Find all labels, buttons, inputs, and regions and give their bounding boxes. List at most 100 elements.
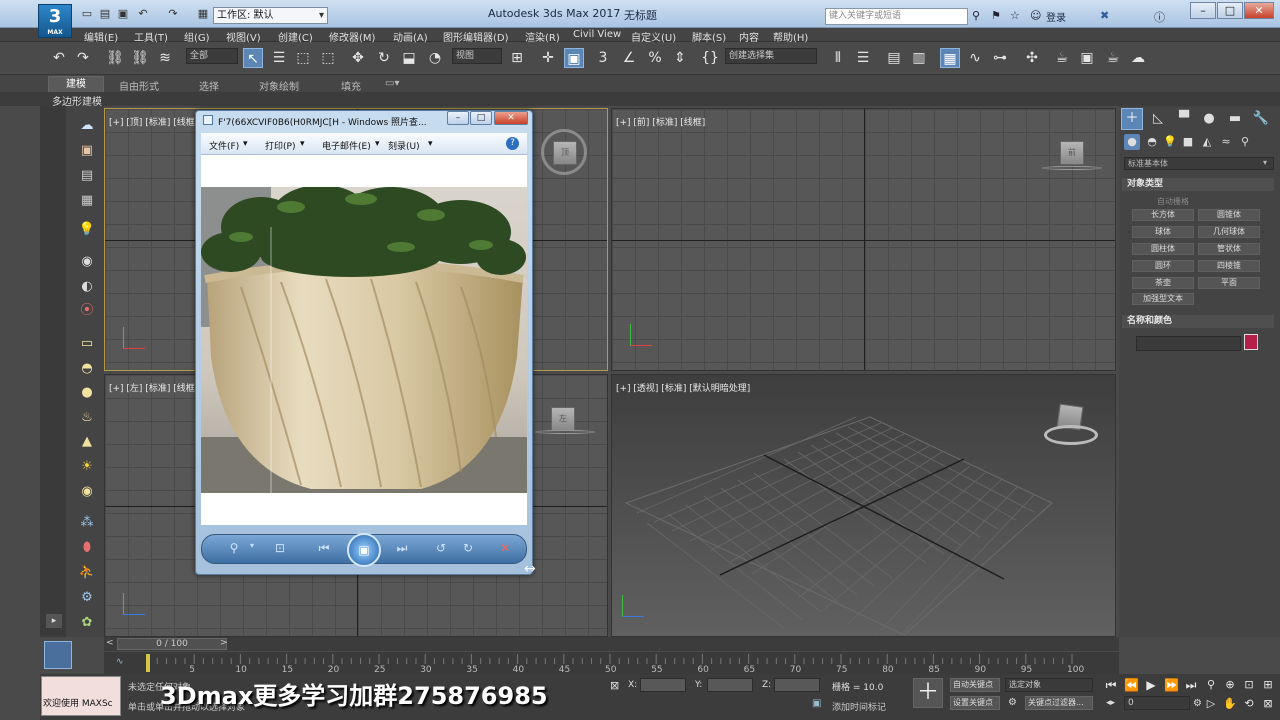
name-color-rollout[interactable]: 名称和颜色 [1122,315,1274,328]
user-icon[interactable]: ☺ [1030,9,1041,22]
viewport-front[interactable]: [+] [前] [标准] [线框] 前 [611,108,1116,371]
zoom-icon[interactable]: ⚲ [226,541,242,555]
panel-icon[interactable]: ▦ [76,190,98,212]
create-tab-icon[interactable]: ＋ [1123,110,1141,128]
rotate-icon[interactable]: ↻ [374,48,394,68]
menu-civil-view[interactable]: Civil View [573,29,621,40]
viewer-menu-email[interactable]: 电子邮件(E) [322,139,371,152]
geometry-type-dropdown[interactable]: 标准基本体 [1124,157,1274,170]
edit-named-selection-icon[interactable]: {} [700,48,720,68]
layer-explorer-icon[interactable]: ▥ [909,48,929,68]
minimize-button[interactable]: – [1190,2,1216,19]
viewport-label[interactable]: [+] [透视] [标准] [默认明暗处理] [616,381,750,394]
viewport-label[interactable]: [+] [左] [标准] [线框] [109,381,198,394]
plant-icon[interactable]: ✿ [76,612,98,634]
zoom-all-icon[interactable]: ⊕ [1223,678,1237,691]
y-coordinate-field[interactable] [707,678,753,692]
viewcube-front[interactable]: 前 [1060,141,1084,165]
next-frame-icon[interactable]: ⏩ [1164,678,1179,692]
menu-views[interactable]: 视图(V) [226,29,261,44]
spinner-snap-icon[interactable]: ⇕ [670,48,690,68]
z-coordinate-field[interactable] [774,678,820,692]
box-button[interactable]: 长方体 [1132,209,1194,221]
viewer-minimize-button[interactable]: – [447,111,469,125]
hierarchy-tab-icon[interactable]: ▀ [1175,110,1193,128]
viewer-maximize-button[interactable]: □ [470,111,492,125]
key-filters-button[interactable]: 关键点过滤器... [1025,696,1093,710]
sound-icon[interactable]: ◐ [76,276,98,298]
slider-left-arrow-icon[interactable]: < [106,638,114,648]
textplus-button[interactable]: 加强型文本 [1132,293,1194,305]
viewport-label[interactable]: [+] [顶] [标准] [线框] [109,115,198,128]
undo-icon[interactable]: ↶ [49,48,69,68]
document-icon[interactable]: ▤ [76,165,98,187]
delete-icon[interactable]: ✕ [497,541,513,555]
viewer-menu-print[interactable]: 打印(P) [265,139,295,152]
expand-arrow-icon[interactable]: ▸ [46,614,62,628]
time-config-icon[interactable]: ⚙ [1193,698,1202,709]
save-file-icon[interactable]: ▣ [116,8,130,20]
field-of-view-icon[interactable]: ▷ [1204,697,1218,710]
search-input[interactable]: 键入关键字或短语 [825,8,968,25]
ribbon-tab-populate[interactable]: 填充 [341,78,361,93]
curve-editor-icon[interactable]: ∿ [965,48,985,68]
menu-graph-editors[interactable]: 图形编辑器(D) [443,29,509,44]
auto-key-button[interactable]: 自动关键点 [950,678,1000,692]
move-icon[interactable]: ✥ [348,48,368,68]
time-slider[interactable]: 0 / 100 [117,638,227,650]
sphere-button[interactable]: 球体 [1132,226,1194,238]
schematic-view-icon[interactable]: ⊶ [990,48,1010,68]
current-frame-field[interactable]: 0 [1124,696,1190,710]
lights-icon[interactable]: 💡 [1162,134,1178,150]
spacewarps-icon[interactable]: ≈ [1218,134,1234,150]
menu-help[interactable]: 帮助(H) [773,29,808,44]
rotate-cw-icon[interactable]: ↻ [460,541,476,555]
autogrid-checkbox[interactable]: 自动栅格 [1157,196,1189,207]
biped-icon[interactable]: ⛹ [76,562,98,584]
object-color-swatch[interactable] [1244,334,1258,350]
ribbon-options-icon[interactable]: ▭▾ [385,78,399,89]
utilities-tab-icon[interactable]: 🔧 [1252,110,1270,128]
viewer-help-icon[interactable]: ? [506,137,519,150]
plane-shape-icon[interactable]: ▭ [76,333,98,355]
menu-scripting[interactable]: 脚本(S) [692,29,726,44]
add-time-tag[interactable]: 添加时间标记 [832,700,886,713]
menu-create[interactable]: 创建(C) [278,29,313,44]
cloud-icon[interactable]: ☁ [76,115,98,137]
helpers-icon[interactable]: ◭ [1199,134,1215,150]
link-icon[interactable]: ⛓ [105,48,125,68]
scene-explorer-icon[interactable]: ▤ [884,48,904,68]
orbit-icon[interactable]: ⟲ [1242,697,1256,710]
binoculars-icon[interactable]: ⚲ [972,9,980,22]
previous-frame-icon[interactable]: ⏪ [1124,678,1139,692]
ribbon-tab-selection[interactable]: 选择 [199,78,219,93]
viewport-layout-icon[interactable] [44,641,72,669]
particles-icon[interactable]: ⁂ [76,512,98,534]
bind-space-warp-icon[interactable]: ≋ [155,48,175,68]
select-manipulate-icon[interactable]: ✛ [538,48,558,68]
ribbon-tab-freeform[interactable]: 自由形式 [119,78,159,93]
time-tag-icon[interactable]: ▣ [812,698,821,709]
zoom-icon[interactable]: ⚲ [1204,678,1218,691]
sun-icon[interactable]: ☀ [76,456,98,478]
close-button[interactable]: ✕ [1244,2,1274,19]
ribbon-toggle-icon[interactable]: ▦ [940,48,960,68]
key-mode-dropdown[interactable]: 选定对象 [1005,678,1093,692]
select-object-icon[interactable]: ↖ [243,48,263,68]
object-type-rollout[interactable]: 对象类型 [1122,178,1274,191]
scale-icon[interactable]: ⬓ [399,48,419,68]
menu-modifiers[interactable]: 修改器(M) [329,29,375,44]
window-crossing-icon[interactable]: ⬚ [318,48,338,68]
zoom-extents-icon[interactable]: ⊡ [1242,678,1256,691]
actual-size-icon[interactable]: ⊡ [272,541,288,555]
rotate-ccw-icon[interactable]: ↺ [433,541,449,555]
motion-tab-icon[interactable]: ● [1200,110,1218,128]
capsule-icon[interactable]: ⬮ [76,537,98,559]
snaps-toggle-icon[interactable]: 3 [593,48,613,68]
display-tab-icon[interactable]: ▬ [1226,110,1244,128]
redo-icon[interactable]: ↷ [166,8,180,20]
ball-shape-icon[interactable]: ◉ [76,481,98,503]
zoom-extents-all-icon[interactable]: ⊞ [1261,678,1275,691]
pyramid-button[interactable]: 四棱锥 [1198,260,1260,272]
align-icon[interactable]: ☰ [853,48,873,68]
